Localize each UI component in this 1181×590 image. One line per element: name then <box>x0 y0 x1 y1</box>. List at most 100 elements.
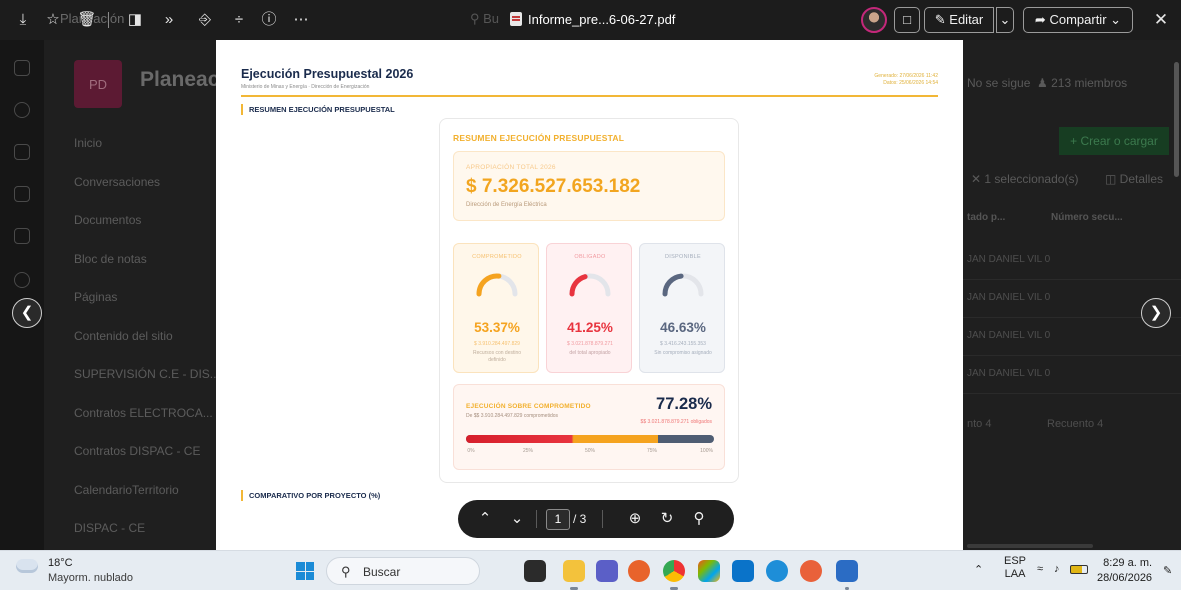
nav-item-supervision[interactable]: SUPERVISIÓN C.E - DIS... <box>74 355 224 394</box>
edge-icon[interactable] <box>766 560 788 582</box>
dashboard-title: RESUMEN EJECUCIÓN PRESUPUESTAL <box>453 133 625 143</box>
vertical-scrollbar[interactable] <box>1174 62 1179 177</box>
tick-label: 25% <box>522 448 534 454</box>
page-number-input[interactable]: 1 <box>546 509 570 530</box>
total-label: APROPIACIÓN TOTAL 2026 <box>466 164 556 171</box>
previous-file-button[interactable]: ❮ <box>12 298 42 328</box>
nav-item-bloc-de-notas[interactable]: Bloc de notas <box>74 240 224 279</box>
add-icon[interactable] <box>14 272 30 288</box>
clock-date: 28/06/2026 <box>1097 572 1153 584</box>
delete-icon[interactable]: 🗑 <box>76 8 98 32</box>
members-label: 213 miembros <box>1051 76 1128 90</box>
info-icon[interactable]: ⓘ <box>258 8 280 32</box>
nav-item-contratos-electroca[interactable]: Contratos ELECTROCA... <box>74 394 224 433</box>
pin-icon[interactable]: ÷ <box>228 8 250 32</box>
nav-item-contratos-dispac[interactable]: Contratos DISPAC - CE <box>74 432 224 471</box>
photos-icon[interactable] <box>698 560 720 582</box>
nav-item-documentos[interactable]: Documentos <box>74 201 224 240</box>
comment-button[interactable]: □ <box>894 7 920 33</box>
battery-icon[interactable] <box>1070 565 1088 574</box>
selection-info[interactable]: ✕ 1 seleccionado(s) <box>971 172 1078 186</box>
pdf-page: Ejecución Presupuestal 2026 Ministerio d… <box>216 40 963 550</box>
follow-status[interactable]: No se sigue <box>967 76 1030 90</box>
claude-icon[interactable] <box>800 560 822 582</box>
horizontal-scrollbar[interactable] <box>967 544 1093 548</box>
document-meta: Generado: 27/06/2026 11:42 Datos: 25/06/… <box>874 73 938 87</box>
more-dots-icon[interactable]: ⋯ <box>290 8 312 32</box>
wifi-icon[interactable]: ≈ <box>1037 563 1043 575</box>
selection-label: 1 seleccionado(s) <box>984 172 1079 186</box>
gauge-comprometido <box>476 273 518 297</box>
pdf-file-icon <box>510 12 522 26</box>
card-amount: $ 3.021.878.879.271 <box>567 341 613 347</box>
user-avatar[interactable] <box>861 7 887 33</box>
download-icon[interactable]: ⤓ <box>12 8 34 32</box>
rotate-button[interactable]: ↻ <box>656 508 678 530</box>
language-indicator[interactable]: ESP LAA <box>1004 555 1026 581</box>
weather-condition[interactable]: Mayorm. nublado <box>48 572 133 584</box>
teams-icon[interactable] <box>596 560 618 582</box>
nav-item-paginas[interactable]: Páginas <box>74 278 224 317</box>
weather-cloud-icon[interactable] <box>16 554 38 573</box>
search-button[interactable]: ⚲ <box>688 508 710 530</box>
logo-tile <box>296 571 305 580</box>
create-upload-button[interactable]: + Crear o cargar <box>1059 127 1169 155</box>
search-hint[interactable]: ⚲ Bu <box>470 11 499 27</box>
row-text: JAN DANIEL VIL 0 <box>967 292 1051 303</box>
card-note: del total apropiado <box>569 350 611 356</box>
chevron-up-icon: ⌃ <box>478 510 492 527</box>
taskbar-search[interactable]: ⚲ Buscar <box>326 557 480 585</box>
nav-item-contenido-del-sitio[interactable]: Contenido del sitio <box>74 317 224 356</box>
toolbar-divider <box>602 510 603 528</box>
file-icon[interactable] <box>14 186 30 202</box>
nav-item-calendario-territorio[interactable]: CalendarioTerritorio <box>74 471 224 510</box>
column-header[interactable]: Número secu... <box>1051 212 1123 223</box>
copy-link-icon[interactable]: ◨ <box>124 8 146 32</box>
news-icon[interactable] <box>14 144 30 160</box>
nav-item-conversaciones[interactable]: Conversaciones <box>74 163 224 202</box>
edit-label: Editar <box>949 12 984 27</box>
logo-tile <box>296 562 305 571</box>
next-file-button[interactable]: ❯ <box>1141 298 1171 328</box>
volume-icon[interactable]: ♪ <box>1054 563 1060 575</box>
windows-start-icon[interactable] <box>296 562 314 580</box>
file-explorer-icon[interactable] <box>563 560 585 590</box>
previous-page-button[interactable]: ⌃ <box>474 508 496 530</box>
nav-item-dispac-ce[interactable]: DISPAC - CE <box>74 509 224 548</box>
show-hidden-icons-icon[interactable]: ⌃ <box>974 563 983 576</box>
edit-dropdown-button[interactable]: ⌄ <box>996 7 1014 33</box>
pdf-viewer-toolbar: Planeación ⤓ ☆ 🗑 ◨ » ⎆ ÷ ⓘ ⋯ ⚲ Bu Inform… <box>0 0 1181 40</box>
edit-button[interactable]: ✎ Editar <box>924 7 994 33</box>
taskbar-clock[interactable]: 8:29 a. m. 28/06/2026 <box>1097 556 1152 586</box>
column-header[interactable]: tado p... <box>967 212 1005 223</box>
firefox-icon[interactable] <box>628 560 650 582</box>
list-icon[interactable] <box>14 228 30 244</box>
details-button[interactable]: ◫ Detalles <box>1105 172 1163 186</box>
weather-temperature[interactable]: 18°C <box>48 557 73 569</box>
word-icon[interactable] <box>836 560 858 590</box>
budget-dashboard: RESUMEN EJECUCIÓN PRESUPUESTAL APROPIACI… <box>439 118 739 483</box>
globe-icon[interactable] <box>14 102 30 118</box>
home-icon[interactable] <box>14 60 30 76</box>
nav-item-inicio[interactable]: Inicio <box>74 124 224 163</box>
calendar-icon[interactable] <box>732 560 754 582</box>
share-icon[interactable]: ⎆ <box>194 8 216 32</box>
tick-label: 50% <box>584 448 596 454</box>
close-icon[interactable]: ✕ <box>1150 8 1172 32</box>
site-navigation: Inicio Conversaciones Documentos Bloc de… <box>74 124 224 548</box>
notification-icon[interactable]: ✎ <box>1163 564 1172 577</box>
rotate-icon: ↻ <box>660 510 674 527</box>
more-chevrons-icon[interactable]: » <box>158 8 180 32</box>
favorite-star-icon[interactable]: ☆ <box>42 8 64 32</box>
share-button[interactable]: ➦ Compartir ⌄ <box>1023 7 1133 33</box>
execution-progress-bar <box>466 435 714 443</box>
tick-label: 0% <box>467 448 475 454</box>
next-page-button[interactable]: ⌄ <box>506 508 528 530</box>
task-view-icon[interactable] <box>524 560 546 582</box>
chevron-down-icon: ⌄ <box>999 12 1011 27</box>
chrome-icon[interactable] <box>663 560 685 590</box>
zoom-in-button[interactable]: ⊕ <box>624 508 646 530</box>
table-row[interactable]: JAN DANIEL VIL 0 <box>963 356 1181 394</box>
members-count[interactable]: ♟ 213 miembros <box>1037 76 1127 90</box>
table-row[interactable]: JAN DANIEL VIL 0 <box>963 242 1181 280</box>
